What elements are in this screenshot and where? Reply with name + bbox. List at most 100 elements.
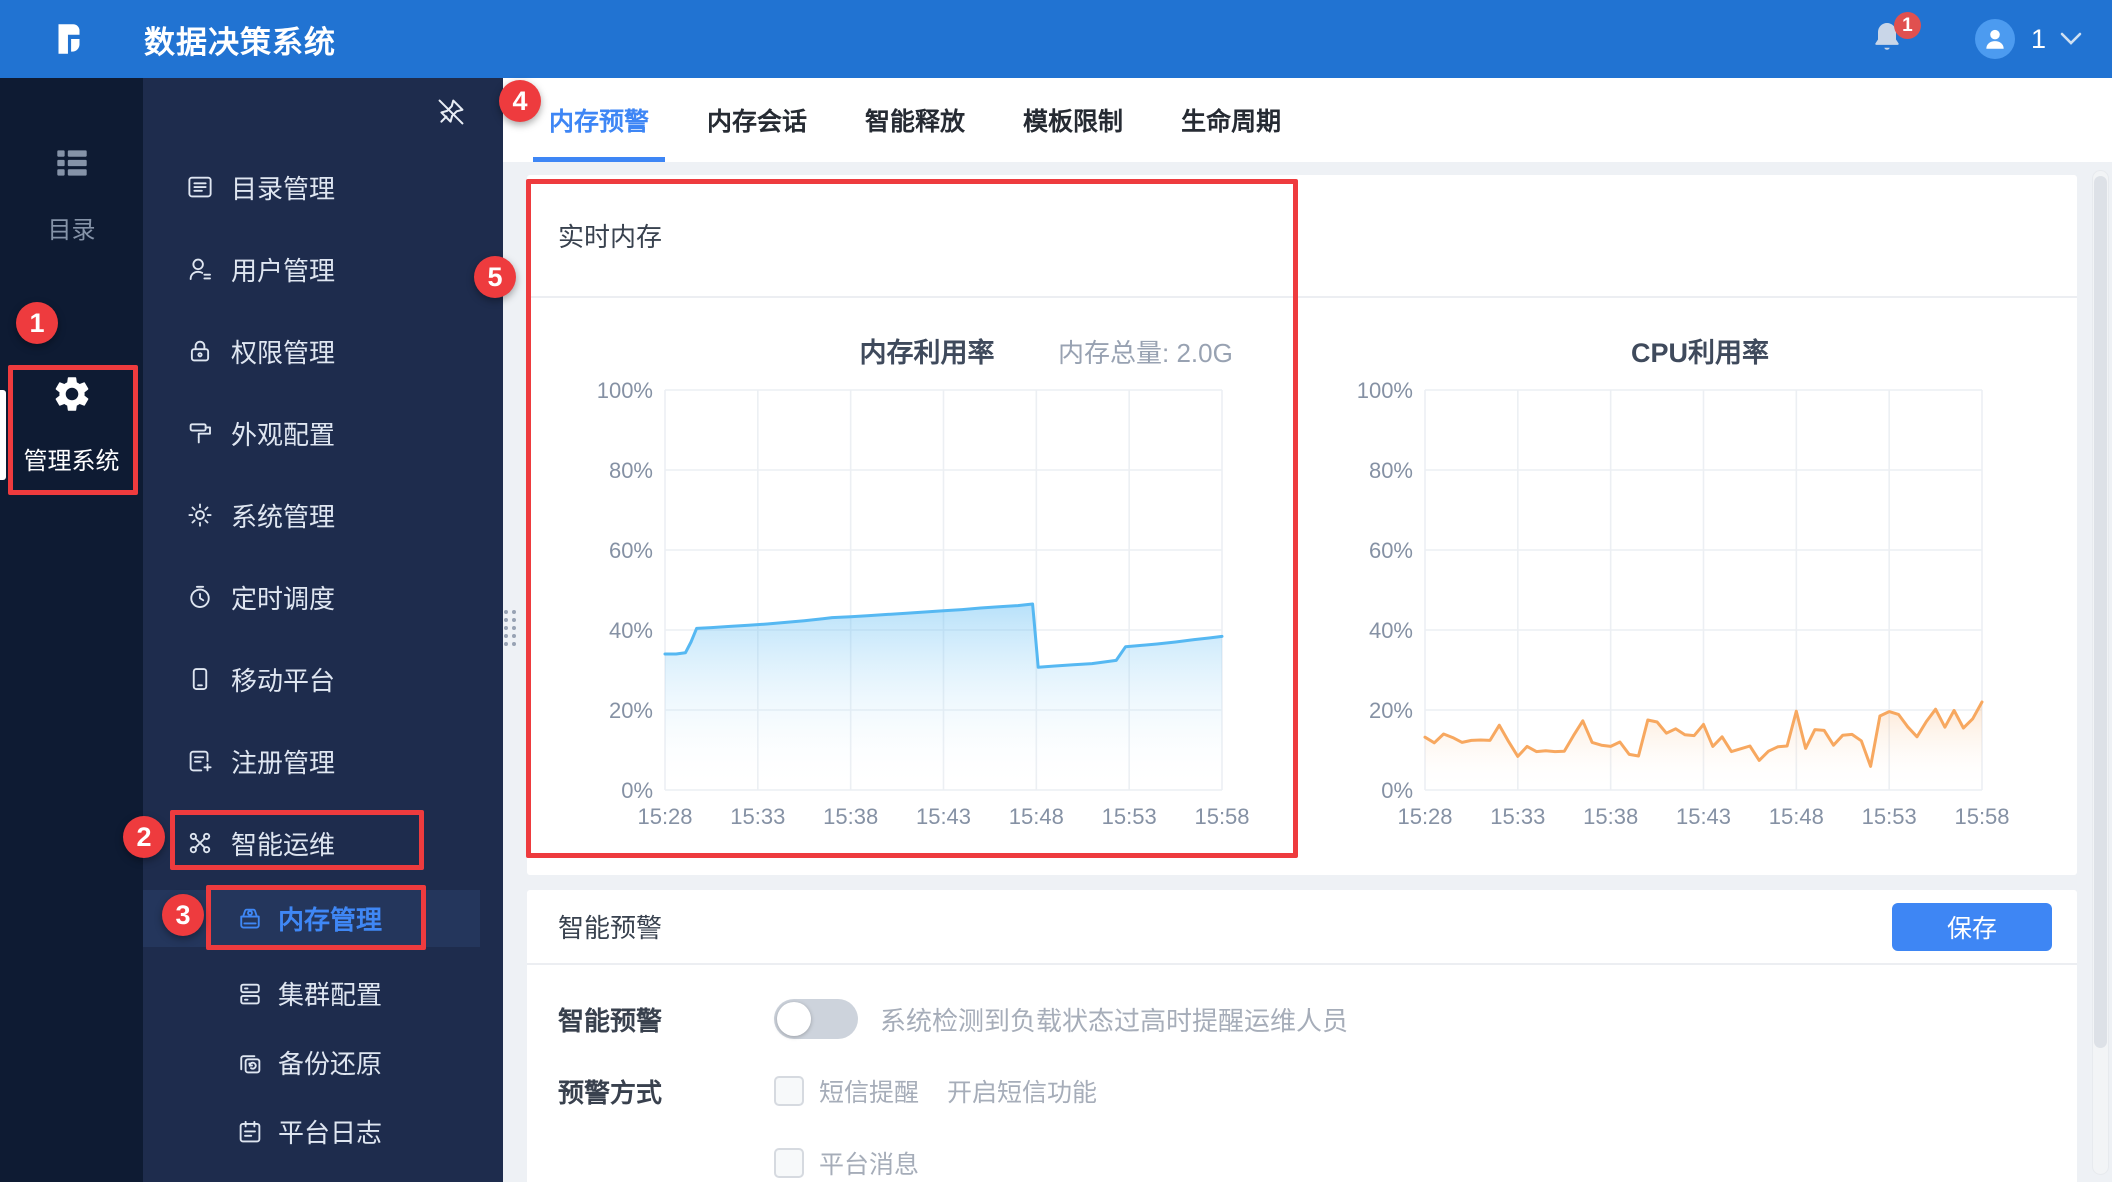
svg-text:15:38: 15:38 — [823, 804, 878, 829]
sidebar-item-label: 移动平台 — [231, 665, 336, 696]
svg-text:15:58: 15:58 — [1954, 804, 2009, 829]
ops-network-icon — [189, 832, 211, 854]
sidebar-item-label: 目录管理 — [231, 173, 336, 204]
rail-directory-label: 目录 — [47, 217, 96, 244]
sidebar-item-cluster-config[interactable]: 集群配置 — [143, 959, 503, 1028]
svg-text:15:28: 15:28 — [637, 804, 692, 829]
app-window: 数据决策系统 1 1 目录 管理系统 目录管理 用户管理 权限管理 外观配置 系… — [0, 0, 2112, 1182]
svg-text:15:48: 15:48 — [1009, 804, 1064, 829]
enable-sms-link[interactable]: 开启短信功能 — [947, 1073, 1097, 1109]
smart-alert-card: 智能预警 保存 智能预警 系统检测到负载状态过高时提醒运维人员 预警方式 短信提… — [527, 890, 2077, 1182]
notification-button[interactable]: 1 — [1869, 12, 1921, 62]
svg-text:15:48: 15:48 — [1769, 804, 1824, 829]
section-title-realtime-memory: 实时内存 — [527, 175, 2077, 298]
user-icon — [1986, 29, 2004, 49]
chevron-down-icon[interactable] — [2060, 32, 2082, 46]
avatar[interactable] — [1974, 19, 2015, 59]
notification-badge: 1 — [1893, 12, 1921, 39]
sidebar-item-platform-log[interactable]: 平台日志 — [143, 1097, 503, 1166]
smart-alert-label: 智能预警 — [558, 1005, 663, 1036]
svg-text:15:43: 15:43 — [1676, 804, 1731, 829]
platform-message-checkbox[interactable] — [774, 1148, 804, 1178]
tab-smart-release[interactable]: 智能释放 — [849, 78, 981, 162]
smart-alert-toggle[interactable] — [774, 999, 858, 1039]
memory-icon — [240, 908, 260, 928]
svg-text:15:43: 15:43 — [916, 804, 971, 829]
log-calendar-icon — [239, 1120, 261, 1142]
svg-text:20%: 20% — [609, 698, 653, 723]
svg-text:80%: 80% — [1369, 458, 1413, 483]
sms-checkbox[interactable] — [774, 1076, 804, 1106]
svg-text:40%: 40% — [609, 618, 653, 643]
sidebar-item-label: 内存管理 — [278, 905, 383, 935]
catalog-icon — [188, 176, 212, 198]
sidebar-item-backup-restore[interactable]: 备份还原 — [143, 1028, 503, 1097]
save-button[interactable]: 保存 — [1892, 902, 2052, 951]
sidebar-item-label: 定时调度 — [231, 583, 336, 614]
rail-admin-label: 管理系统 — [23, 448, 120, 475]
main-content: 内存预警 内存会话 智能释放 模板限制 生命周期 实时内存 内存利用率 内存总量… — [503, 78, 2112, 1182]
tab-lifecycle[interactable]: 生命周期 — [1165, 78, 1297, 162]
tab-label: 内存预警 — [549, 107, 650, 136]
sidebar-item-label: 集群配置 — [278, 980, 383, 1010]
scrollbar-thumb[interactable] — [2094, 176, 2107, 1048]
sidebar-item-catalog-mgmt[interactable]: 目录管理 — [143, 146, 503, 228]
sidebar-item-label: 平台日志 — [278, 1118, 383, 1148]
sidebar-item-intelligent-ops[interactable]: 智能运维 — [143, 802, 503, 884]
svg-text:15:58: 15:58 — [1194, 804, 1249, 829]
cluster-icon — [240, 983, 260, 1004]
username-label: 1 — [2030, 23, 2046, 54]
backup-restore-icon — [240, 1054, 261, 1073]
sidebar-item-permission-mgmt[interactable]: 权限管理 — [143, 310, 503, 392]
tab-memory-alert[interactable]: 内存预警 — [533, 78, 666, 162]
tab-bar: 内存预警 内存会话 智能释放 模板限制 生命周期 — [503, 78, 2112, 162]
admin-sidebar: 目录管理 用户管理 权限管理 外观配置 系统管理 定时调度 移动平台 注册管理 … — [143, 78, 503, 1182]
alert-method-label: 预警方式 — [558, 1077, 663, 1108]
document-plus-icon — [189, 750, 212, 772]
app-title: 数据决策系统 — [144, 24, 336, 60]
mobile-icon — [192, 668, 208, 690]
directory-list-icon — [56, 150, 87, 176]
smart-alert-description: 系统检测到负载状态过高时提醒运维人员 — [880, 1005, 1349, 1036]
rail-item-directory[interactable]: 目录 — [0, 142, 143, 245]
sidebar-item-schedule[interactable]: 定时调度 — [143, 556, 503, 638]
system-gear-icon — [188, 503, 212, 527]
rail-item-admin-system[interactable]: 管理系统 — [0, 373, 143, 476]
realtime-memory-card: 实时内存 内存利用率 内存总量: 2.0G CPU利用率 0% 20% 40% 60%… — [527, 175, 2077, 875]
svg-text:15:28: 15:28 — [1397, 804, 1452, 829]
sidebar-item-system-mgmt[interactable]: 系统管理 — [143, 474, 503, 556]
svg-text:40%: 40% — [1369, 618, 1413, 643]
svg-text:15:53: 15:53 — [1862, 804, 1917, 829]
tab-template-limit[interactable]: 模板限制 — [1007, 78, 1139, 162]
sidebar-item-label: 外观配置 — [231, 419, 336, 450]
svg-text:15:33: 15:33 — [1490, 804, 1545, 829]
tab-label: 内存会话 — [707, 107, 808, 136]
sidebar-item-label: 用户管理 — [231, 255, 336, 286]
unpin-icon[interactable] — [435, 96, 467, 128]
svg-text:100%: 100% — [597, 378, 653, 403]
svg-text:60%: 60% — [1369, 538, 1413, 563]
sidebar-item-label: 注册管理 — [231, 747, 336, 778]
user-mgmt-icon — [189, 258, 211, 280]
lock-icon — [190, 340, 210, 362]
svg-text:15:38: 15:38 — [1583, 804, 1638, 829]
sidebar-item-user-mgmt[interactable]: 用户管理 — [143, 228, 503, 310]
sidebar-item-appearance-config[interactable]: 外观配置 — [143, 392, 503, 474]
tab-label: 智能释放 — [865, 107, 966, 136]
app-header: 数据决策系统 1 1 — [0, 0, 2112, 78]
sms-checkbox-label: 短信提醒 — [819, 1079, 920, 1107]
sidebar-item-label: 权限管理 — [231, 337, 336, 368]
svg-text:0%: 0% — [1381, 778, 1413, 803]
sidebar-item-register-mgmt[interactable]: 注册管理 — [143, 720, 503, 802]
cpu-usage-chart: 0% 20% 40% 60% 80% 100% 15:28 15:33 15:38 15:43 15… — [1357, 378, 2010, 829]
svg-text:80%: 80% — [609, 458, 653, 483]
platform-message-label: 平台消息 — [819, 1151, 920, 1179]
sidebar-item-mobile-platform[interactable]: 移动平台 — [143, 638, 503, 720]
section-title-smart-alert: 智能预警 — [558, 913, 663, 943]
sidebar-item-label: 系统管理 — [231, 501, 336, 532]
svg-text:0%: 0% — [621, 778, 653, 803]
svg-text:100%: 100% — [1357, 378, 1413, 403]
sidebar-resize-handle[interactable] — [504, 610, 520, 656]
tab-memory-session[interactable]: 内存会话 — [691, 78, 823, 162]
sidebar-item-memory-mgmt[interactable]: 内存管理 — [143, 890, 480, 947]
